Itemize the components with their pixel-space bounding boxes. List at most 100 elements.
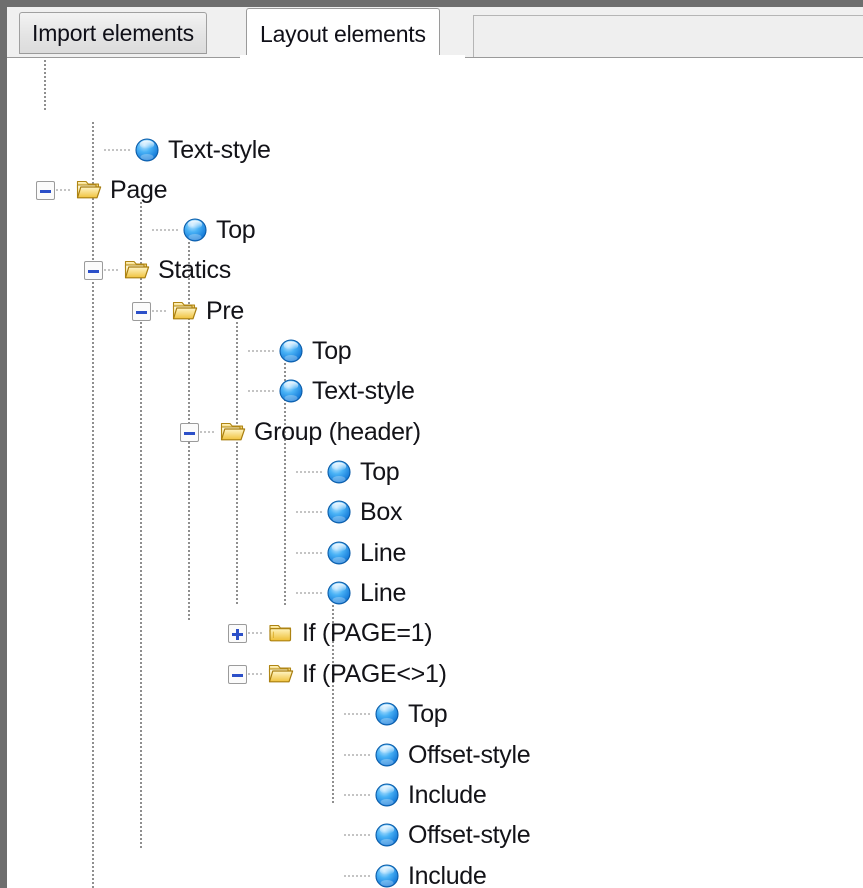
tree-node-line[interactable]: Line	[8, 573, 406, 613]
tree-connector-dots	[247, 350, 274, 352]
node-sphere-icon	[324, 498, 354, 526]
tree-node-top[interactable]: Top	[8, 694, 448, 734]
window-left-edge	[0, 0, 7, 888]
tree-node-top[interactable]: Top	[8, 210, 256, 250]
collapse-node-icon[interactable]	[132, 301, 151, 321]
tree-connector-dots	[151, 229, 178, 231]
tree-connector-dots	[343, 794, 370, 796]
node-sphere-icon	[324, 539, 354, 567]
tree-connector-dots	[343, 875, 370, 877]
tree-toggle-spacer	[228, 382, 247, 401]
tree-connector-dots	[247, 632, 264, 634]
folder-open-icon	[266, 660, 296, 688]
folder-open-icon	[218, 418, 248, 446]
tab-layout-elements-label: Layout elements	[260, 20, 426, 47]
tree-node-text-style[interactable]: Text-style	[8, 130, 271, 170]
tree-node-label: Statics	[158, 256, 231, 284]
tree-node-label: Include	[408, 862, 487, 888]
node-sphere-icon	[324, 458, 354, 486]
tab-import-elements-label: Import elements	[32, 19, 194, 46]
tree-connector-dots	[295, 511, 322, 513]
tree-node-label: If (PAGE<>1)	[302, 660, 447, 688]
tree-connector-dots	[295, 471, 322, 473]
tab-layout-elements[interactable]: Layout elements	[246, 8, 440, 59]
tree-toggle-spacer	[324, 867, 343, 886]
collapse-node-icon[interactable]	[180, 422, 199, 442]
folder-closed-icon	[266, 619, 296, 647]
tree-node-label: Top	[312, 337, 352, 365]
tree-toggle-spacer	[324, 705, 343, 724]
tree-node-offset-style[interactable]: Offset-style	[8, 815, 531, 855]
tree-node-include[interactable]: Include	[8, 775, 487, 815]
tree-connector-dots	[151, 310, 168, 312]
tree-toggle-spacer	[324, 786, 343, 805]
tree-node-label: Top	[216, 216, 256, 244]
tree-toggle-spacer	[276, 584, 295, 603]
tree-node-top[interactable]: Top	[8, 452, 400, 492]
tree-node-box[interactable]: Box	[8, 492, 402, 532]
tree-toggle-spacer	[276, 544, 295, 563]
tree-node-label: Top	[360, 458, 400, 486]
tree-node-label: If (PAGE=1)	[302, 619, 433, 647]
tree-connector-dots	[103, 269, 120, 271]
collapse-node-icon[interactable]	[228, 664, 247, 684]
node-sphere-icon	[372, 781, 402, 809]
tree-node-label: Text-style	[312, 377, 415, 405]
tree-toggle-spacer	[324, 746, 343, 765]
tree-connector-dots	[103, 149, 130, 151]
node-sphere-icon	[372, 741, 402, 769]
tab-bar: Import elements Layout elements	[7, 7, 863, 59]
tree-node-pre[interactable]: Pre	[8, 291, 244, 331]
node-sphere-icon	[276, 337, 306, 365]
tree-connector-dots	[55, 189, 72, 191]
tree-node-label: Pre	[206, 297, 245, 325]
tree-connector-dots	[343, 834, 370, 836]
folder-open-icon	[74, 176, 104, 204]
tree-guide-line	[44, 60, 46, 112]
tree-node-text-style[interactable]: Text-style	[8, 371, 415, 411]
collapse-node-icon[interactable]	[36, 180, 55, 200]
tree-node-include[interactable]: Include	[8, 856, 487, 888]
tree-node-statics[interactable]: Statics	[8, 250, 231, 290]
tree-toggle-spacer	[228, 342, 247, 361]
expand-node-icon[interactable]	[228, 623, 247, 643]
tree-node-label: Text-style	[168, 136, 271, 164]
node-sphere-icon	[324, 579, 354, 607]
tree-node-label: Line	[360, 539, 407, 567]
collapse-node-icon[interactable]	[84, 260, 103, 280]
node-sphere-icon	[132, 136, 162, 164]
node-sphere-icon	[276, 377, 306, 405]
folder-open-icon	[122, 256, 152, 284]
tree-node-label: Page	[110, 176, 168, 204]
tree-connector-dots	[199, 431, 216, 433]
tree-connector-dots	[247, 673, 264, 675]
tree-node-if-page-1[interactable]: If (PAGE<>1)	[8, 654, 447, 694]
tree-node-group-header[interactable]: Group (header)	[8, 412, 421, 452]
tree-node-page[interactable]: Page	[8, 170, 167, 210]
active-tab-notch	[240, 55, 465, 59]
tab-bar-filler	[473, 15, 863, 58]
tab-import-elements[interactable]: Import elements	[19, 12, 207, 54]
tree-connector-dots	[247, 390, 274, 392]
tree-node-top[interactable]: Top	[8, 331, 352, 371]
tree-node-label: Line	[360, 579, 407, 607]
tree-toggle-spacer	[84, 141, 103, 160]
layout-elements-tree[interactable]: Text-style Page Top Statics Pre Top Text…	[8, 60, 863, 888]
tree-toggle-spacer	[324, 826, 343, 845]
tree-node-label: Box	[360, 498, 403, 526]
tree-toggle-spacer	[276, 463, 295, 482]
tree-connector-dots	[343, 713, 370, 715]
node-sphere-icon	[372, 862, 402, 888]
tree-node-label: Offset-style	[408, 741, 531, 769]
window-top-edge	[0, 0, 863, 7]
tree-node-if-page-1[interactable]: If (PAGE=1)	[8, 613, 433, 653]
tree-connector-dots	[295, 552, 322, 554]
tree-node-label: Offset-style	[408, 821, 531, 849]
tree-node-line[interactable]: Line	[8, 533, 406, 573]
folder-open-icon	[170, 297, 200, 325]
tree-node-offset-style[interactable]: Offset-style	[8, 735, 531, 775]
node-sphere-icon	[372, 821, 402, 849]
tree-node-label: Include	[408, 781, 487, 809]
tree-toggle-spacer	[132, 221, 151, 240]
tree-node-label: Group (header)	[254, 418, 421, 446]
